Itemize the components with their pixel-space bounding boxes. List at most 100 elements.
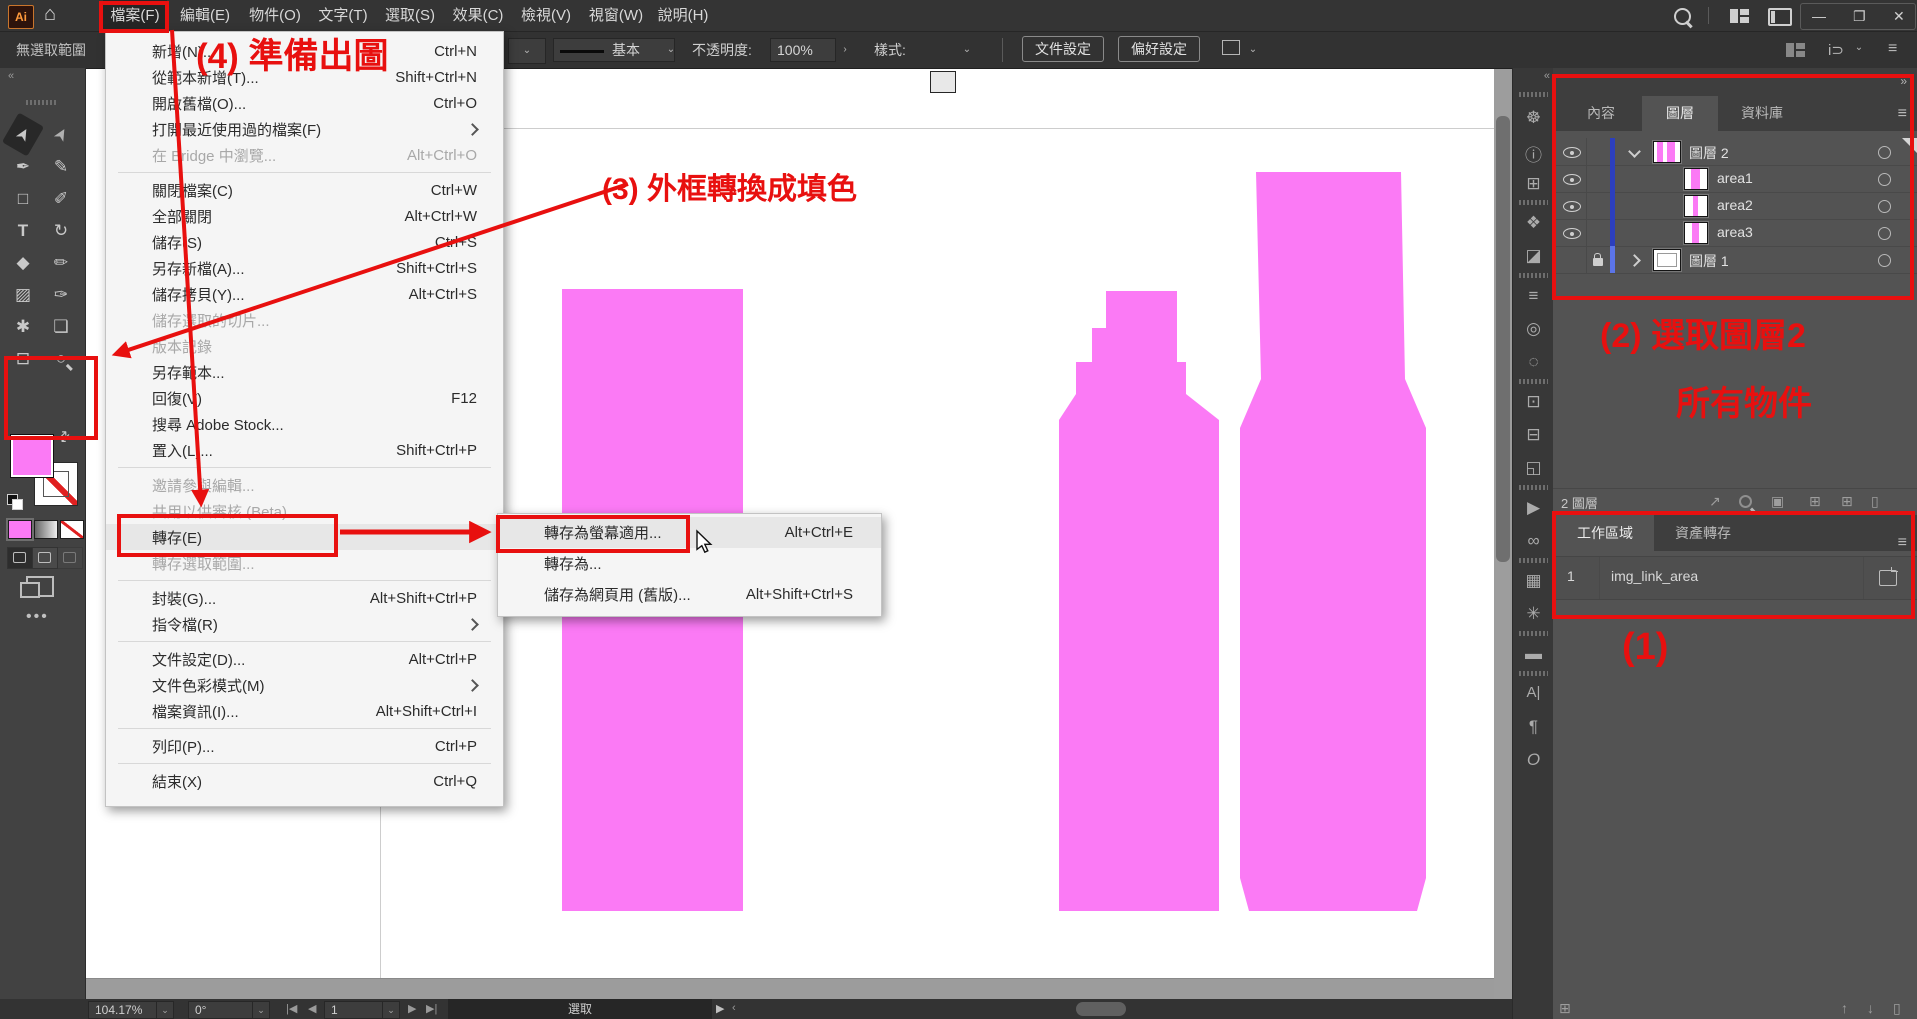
move-down-icon[interactable]: ↓ xyxy=(1867,1000,1874,1016)
paragraph-panel-icon[interactable]: ¶ xyxy=(1513,717,1554,737)
paintbrush-tool-icon[interactable]: ✐ xyxy=(44,184,78,213)
delete-artboard-icon[interactable]: ▯ xyxy=(1893,1000,1901,1017)
menu-item-save[interactable]: 儲存(S)Ctrl+S xyxy=(106,229,503,255)
dock-grip[interactable] xyxy=(1519,92,1548,97)
magenta-bottle-shape-1[interactable] xyxy=(1059,291,1219,911)
artboard-page-icon[interactable] xyxy=(1879,570,1897,586)
minimize-button[interactable]: — xyxy=(1812,4,1826,28)
swap-fill-stroke-icon[interactable]: ⇄ xyxy=(54,426,74,446)
rotate-tool-icon[interactable]: ↻ xyxy=(44,216,78,245)
direct-selection-tool-icon[interactable]: ➤ xyxy=(40,113,82,157)
delete-layer-icon[interactable]: ▯ xyxy=(1871,493,1879,510)
layer-row-layer1[interactable]: 圖層 1 xyxy=(1553,246,1917,274)
type-tool-icon[interactable]: T xyxy=(6,216,40,245)
zoom-level-field[interactable]: 104.17% xyxy=(88,1001,160,1019)
align-options-chevron-icon[interactable]: ⌄ xyxy=(1850,36,1868,60)
artboard-chevron-icon[interactable]: ⌄ xyxy=(382,1001,400,1019)
menu-item-export[interactable]: 轉存(E) xyxy=(106,524,503,550)
eraser-tool-icon[interactable]: ◆ xyxy=(6,248,40,277)
menu-select[interactable]: 選取(S) xyxy=(380,0,440,31)
close-button[interactable]: ✕ xyxy=(1893,4,1905,28)
prev-artboard-icon[interactable]: ◀ xyxy=(308,1002,316,1015)
image-trace-icon[interactable]: ✳ xyxy=(1513,604,1554,624)
target-circle-icon[interactable] xyxy=(1878,227,1891,240)
target-circle-icon[interactable] xyxy=(1878,254,1891,267)
menu-edit[interactable]: 編輯(E) xyxy=(174,0,236,31)
target-circle-icon[interactable] xyxy=(1878,173,1891,186)
artboard-tool-icon[interactable]: ⊡ xyxy=(6,344,40,373)
menu-item-save-as[interactable]: 另存新檔(A)...Shift+Ctrl+S xyxy=(106,255,503,281)
menu-item-save-a-copy[interactable]: 儲存拷貝(Y)...Alt+Ctrl+S xyxy=(106,281,503,307)
layer-name[interactable]: 圖層 2 xyxy=(1689,143,1729,163)
color-themes-icon[interactable]: ◪ xyxy=(1513,246,1554,266)
shaper-tool-icon[interactable]: ✏ xyxy=(44,248,78,277)
fill-color-swatch[interactable] xyxy=(10,434,54,478)
next-artboard-icon[interactable]: ▶ xyxy=(408,1002,416,1015)
new-layer-icon[interactable]: ⊞ xyxy=(1841,493,1853,510)
new-sublayer-icon[interactable]: ⊞ xyxy=(1809,493,1821,510)
layers-panel-menu-icon[interactable]: ≡ xyxy=(1898,105,1907,123)
color-mode-button[interactable] xyxy=(8,520,32,539)
select-similar-chevron-icon[interactable]: ⌄ xyxy=(1244,38,1262,62)
menu-item-file-info[interactable]: 檔案資訊(I)...Alt+Shift+Ctrl+I xyxy=(106,698,503,724)
toolbar-grip[interactable] xyxy=(26,100,58,105)
character-panel-icon[interactable]: A| xyxy=(1513,684,1554,701)
collapse-dock-icon[interactable]: » xyxy=(1900,74,1907,88)
first-artboard-icon[interactable]: |◀ xyxy=(286,1002,297,1015)
symbols-icon[interactable]: ▦ xyxy=(1513,571,1554,591)
selection-tool-icon[interactable]: ➤ xyxy=(2,113,44,157)
submenu-item-export-for-screens[interactable]: 轉存為螢幕適用...Alt+Ctrl+E xyxy=(498,517,881,548)
menu-item-place[interactable]: 置入(L)...Shift+Ctrl+P xyxy=(106,437,503,463)
move-up-icon[interactable]: ↑ xyxy=(1841,1000,1848,1016)
menu-object[interactable]: 物件(O) xyxy=(244,0,306,31)
marquee-icon[interactable]: ◌ xyxy=(1513,352,1554,372)
stroke-style-dropdown[interactable]: 基本 xyxy=(553,38,675,62)
artboard-row[interactable]: 1 img_link_area xyxy=(1553,556,1917,600)
dock-grip[interactable] xyxy=(1519,558,1548,563)
visibility-icon[interactable] xyxy=(1563,228,1581,239)
color-guide-icon[interactable]: ☸ xyxy=(1513,108,1554,128)
menu-item-close-all[interactable]: 全部關閉Alt+Ctrl+W xyxy=(106,203,503,229)
layer-thumbnail[interactable] xyxy=(1684,222,1708,244)
style-chevron-icon[interactable]: ⌄ xyxy=(958,38,976,62)
home-icon[interactable]: ⌂ xyxy=(44,3,56,26)
grid-options-icon[interactable] xyxy=(1786,43,1805,57)
zoom-tool-icon[interactable]: ○ xyxy=(44,344,78,373)
style-swatch[interactable] xyxy=(930,71,956,93)
collapse-toolbar-icon[interactable]: « xyxy=(8,70,14,82)
menu-item-print[interactable]: 列印(P)...Ctrl+P xyxy=(106,733,503,759)
locate-object-icon[interactable] xyxy=(1739,495,1752,508)
select-similar-icon[interactable] xyxy=(1222,40,1240,55)
menu-help[interactable]: 說明(H) xyxy=(652,0,714,31)
visibility-icon[interactable] xyxy=(1563,147,1581,158)
dock-grip[interactable] xyxy=(1519,631,1548,636)
visibility-icon[interactable] xyxy=(1563,174,1581,185)
curvature-tool-icon[interactable]: ✎ xyxy=(44,152,78,181)
zoom-chevron-icon[interactable]: ⌄ xyxy=(156,1001,174,1019)
draw-normal-button[interactable] xyxy=(7,547,33,569)
status-play-icon[interactable]: ▶ xyxy=(716,1002,724,1015)
gradient-tool-icon[interactable]: ▨ xyxy=(6,280,40,309)
status-expand-icon[interactable]: ‹ xyxy=(732,1002,736,1014)
gradient-panel-icon[interactable]: ▬ xyxy=(1513,644,1554,664)
tab-artboards[interactable]: 工作區域 xyxy=(1556,515,1654,551)
horizontal-scrollbar-thumb[interactable] xyxy=(1076,1002,1126,1016)
workspace-switcher-icon[interactable] xyxy=(1730,9,1749,23)
shape-builder-tool-icon[interactable]: ❏ xyxy=(44,312,78,341)
menu-item-open-recent[interactable]: 打開最近使用過的檔案(F) xyxy=(106,116,503,142)
layer-row-area3[interactable]: area3 xyxy=(1553,219,1917,247)
search-icon[interactable] xyxy=(1674,8,1691,25)
expand-layer-icon[interactable] xyxy=(1628,254,1641,267)
layer-name[interactable]: area2 xyxy=(1717,197,1753,213)
menu-effect[interactable]: 效果(C) xyxy=(448,0,508,31)
tab-layers[interactable]: 圖層 xyxy=(1642,96,1718,131)
target-circle-icon[interactable] xyxy=(1878,146,1891,159)
submenu-item-save-for-web-legacy[interactable]: 儲存為網頁用 (舊版)...Alt+Shift+Ctrl+S xyxy=(498,579,881,610)
opentype-panel-icon[interactable]: O xyxy=(1513,750,1554,770)
vertical-scrollbar-thumb[interactable] xyxy=(1496,116,1510,562)
pen-tool-icon[interactable]: ✒ xyxy=(6,152,40,181)
rotation-chevron-icon[interactable]: ⌄ xyxy=(252,1001,270,1019)
menu-item-save-as-template[interactable]: 另存範本... xyxy=(106,359,503,385)
stroke-style-chevron-icon[interactable]: ⌄ xyxy=(662,38,680,62)
stroke-icon[interactable]: ≡ xyxy=(1513,286,1554,306)
